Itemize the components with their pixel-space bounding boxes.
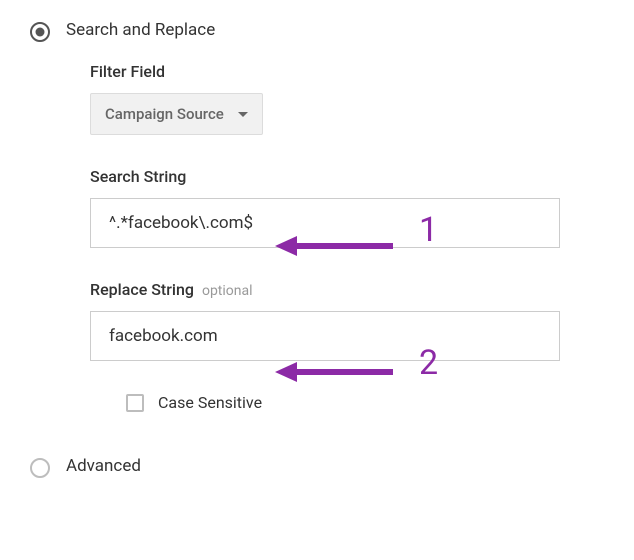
radio-option-advanced[interactable]: Advanced — [30, 456, 614, 478]
label-replace-string-text: Replace String — [90, 280, 194, 299]
checkbox-label: Case Sensitive — [158, 393, 262, 412]
field-group-search-string: Search String — [90, 167, 614, 248]
radio-option-search-replace[interactable]: Search and Replace — [30, 20, 614, 42]
dropdown-arrow-icon — [238, 112, 248, 117]
checkbox-case-sensitive[interactable]: Case Sensitive — [126, 393, 614, 412]
label-search-string: Search String — [90, 167, 614, 186]
field-group-replace-string: Replace String optional — [90, 280, 614, 361]
dropdown-filter-field[interactable]: Campaign Source — [90, 93, 263, 135]
dropdown-value: Campaign Source — [105, 105, 224, 123]
field-group-filter-field: Filter Field Campaign Source — [90, 62, 614, 135]
checkbox-box-icon — [126, 394, 144, 412]
radio-unselected-icon — [30, 458, 50, 478]
radio-selected-icon — [30, 22, 50, 42]
input-search-string[interactable] — [90, 198, 560, 248]
label-filter-field: Filter Field — [90, 62, 614, 81]
radio-label-advanced: Advanced — [66, 456, 141, 476]
input-replace-string[interactable] — [90, 311, 560, 361]
label-replace-string: Replace String optional — [90, 280, 614, 299]
label-optional: optional — [202, 283, 253, 299]
radio-label-search-replace: Search and Replace — [66, 20, 215, 40]
